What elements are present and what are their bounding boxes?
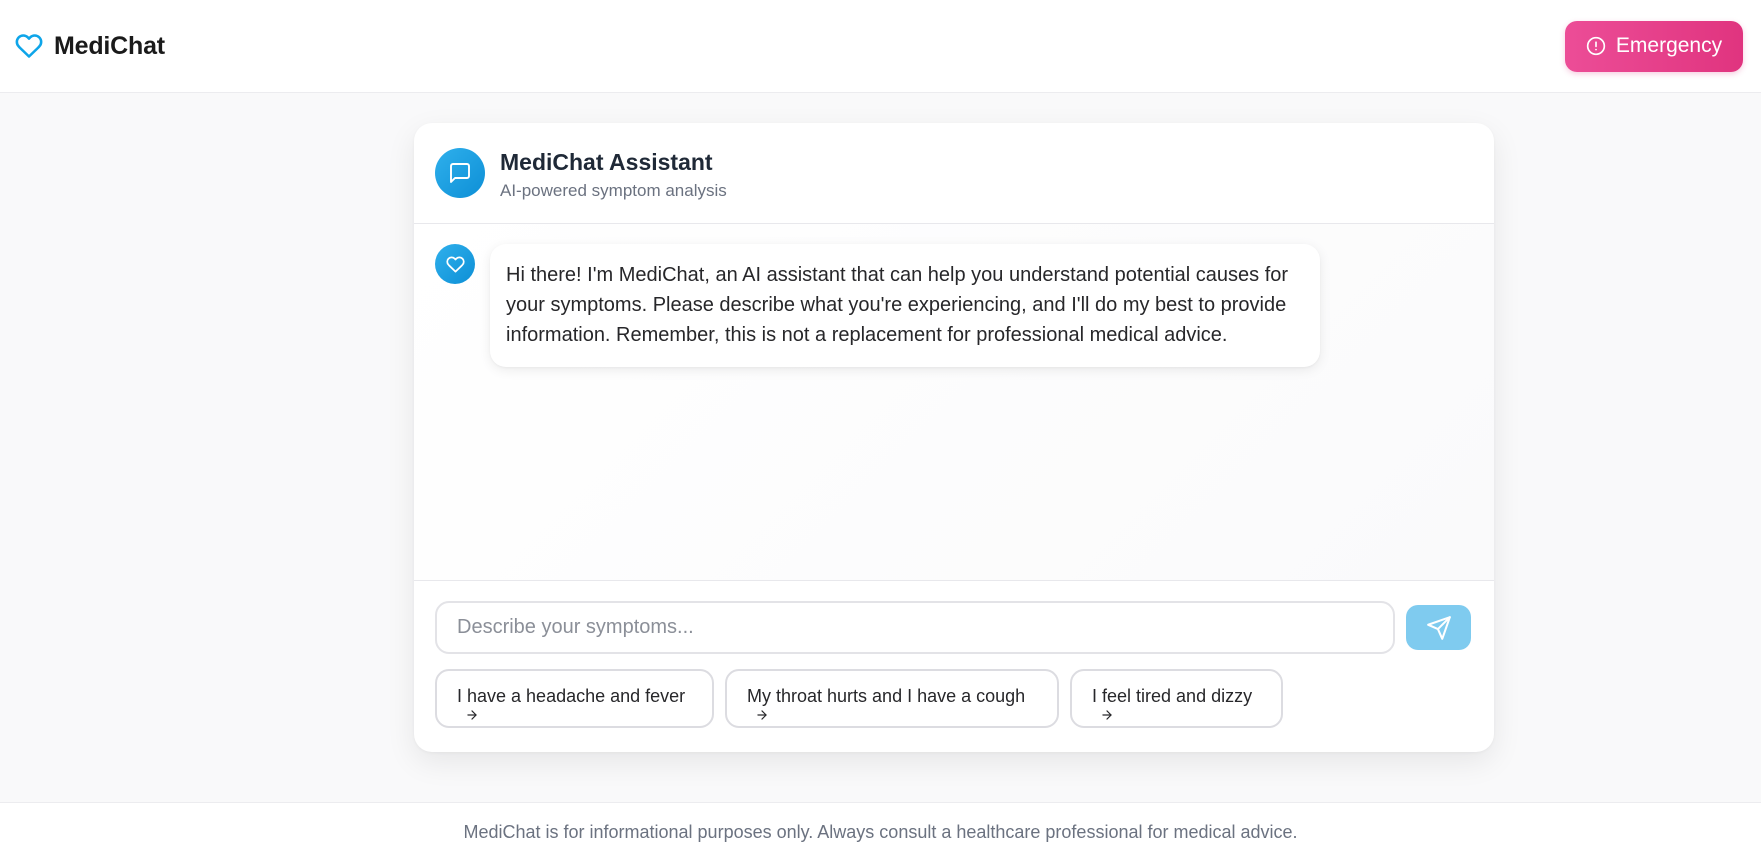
top-navigation-bar: MediChat Emergency	[0, 0, 1761, 93]
assistant-title: MediChat Assistant	[500, 149, 713, 175]
send-icon	[1426, 615, 1452, 641]
composer: I have a headache and fever My throat hu…	[414, 581, 1494, 728]
message-square-icon	[448, 161, 472, 185]
assistant-subtitle: AI-powered symptom analysis	[500, 181, 727, 200]
suggestion-label: My throat hurts and I have a cough	[747, 686, 1026, 706]
arrow-right-icon	[1100, 708, 1114, 722]
assistant-avatar	[435, 148, 485, 198]
suggestion-label: I feel tired and dizzy	[1092, 686, 1253, 706]
brand-name: MediChat	[54, 31, 165, 60]
suggestion-chip[interactable]: I feel tired and dizzy	[1070, 669, 1283, 728]
arrow-right-icon	[755, 708, 769, 722]
chat-card: MediChat Assistant AI-powered symptom an…	[414, 123, 1494, 752]
heart-icon	[445, 255, 465, 274]
suggestion-chip[interactable]: My throat hurts and I have a cough	[725, 669, 1059, 728]
emergency-button[interactable]: Emergency	[1565, 20, 1743, 72]
assistant-message: Hi there! I'm MediChat, an AI assistant …	[435, 244, 1473, 367]
suggestion-chips: I have a headache and fever My throat hu…	[435, 669, 1473, 728]
symptom-input[interactable]	[435, 601, 1395, 654]
arrow-right-icon	[465, 708, 479, 722]
message-avatar	[435, 244, 475, 284]
brand[interactable]: MediChat	[14, 31, 165, 61]
message-list[interactable]: Hi there! I'm MediChat, an AI assistant …	[414, 224, 1494, 581]
suggestion-chip[interactable]: I have a headache and fever	[435, 669, 714, 728]
suggestion-label: I have a headache and fever	[457, 686, 686, 706]
emergency-label: Emergency	[1615, 34, 1723, 57]
footer-disclaimer: MediChat is for informational purposes o…	[463, 822, 1298, 842]
send-button[interactable]	[1406, 605, 1471, 650]
alert-circle-icon	[1586, 36, 1606, 56]
heart-outline-icon	[14, 31, 44, 61]
chat-header: MediChat Assistant AI-powered symptom an…	[414, 123, 1494, 224]
footer: MediChat is for informational purposes o…	[0, 802, 1761, 865]
message-bubble: Hi there! I'm MediChat, an AI assistant …	[490, 244, 1320, 367]
